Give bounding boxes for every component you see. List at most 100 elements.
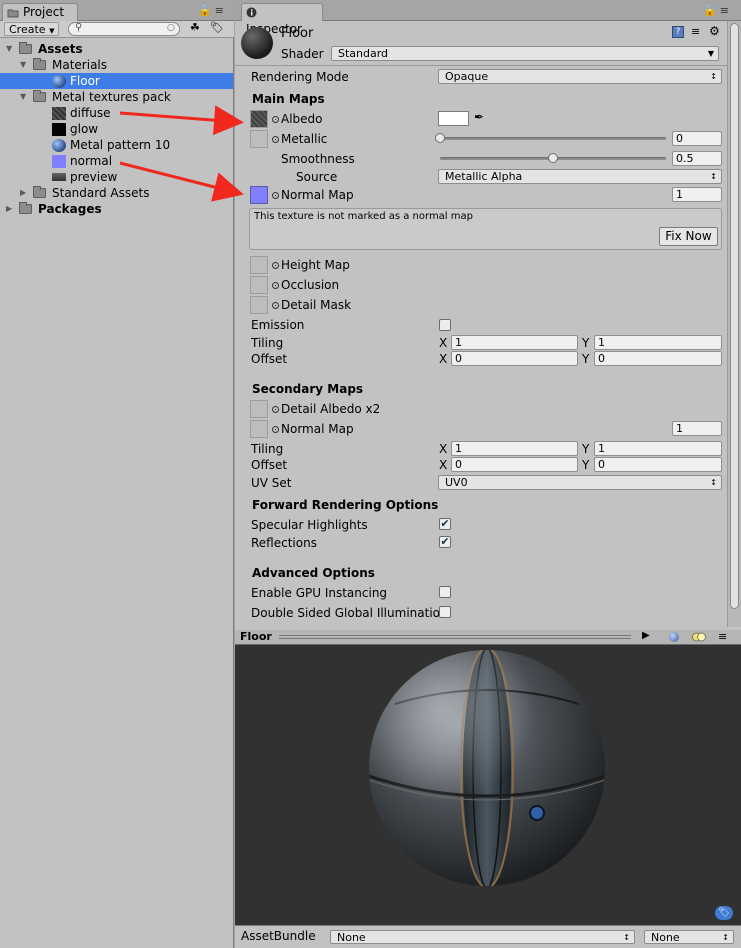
play-icon[interactable]: ▶ bbox=[642, 630, 650, 641]
preview-drag-handle[interactable] bbox=[279, 635, 631, 639]
tree-item[interactable]: Metal pattern 10 bbox=[0, 137, 233, 153]
assetbundle-variant-dropdown[interactable]: None ↕ bbox=[644, 930, 734, 944]
object-picker-icon[interactable] bbox=[272, 426, 279, 433]
assetbundle-dropdown[interactable]: None ↕ bbox=[330, 930, 635, 944]
object-picker-icon[interactable] bbox=[272, 192, 279, 199]
clear-search-icon[interactable]: ○ bbox=[167, 23, 175, 33]
offset-y-field[interactable]: 0 bbox=[594, 351, 722, 366]
object-picker-icon[interactable] bbox=[272, 262, 279, 269]
tree-item[interactable]: Floor bbox=[0, 73, 233, 89]
object-picker-icon[interactable] bbox=[272, 136, 279, 143]
lock-icon[interactable]: 🔒 bbox=[198, 4, 215, 17]
albedo-texture-slot[interactable] bbox=[250, 110, 268, 128]
advanced-options-header: Advanced Options bbox=[252, 566, 375, 580]
detail-albedo-texture-slot[interactable] bbox=[250, 400, 268, 418]
project-tab[interactable]: Project bbox=[2, 3, 78, 21]
search-input[interactable]: ⚲ ○ bbox=[68, 22, 180, 36]
preview-sphere-icon[interactable] bbox=[669, 632, 679, 642]
object-picker-icon[interactable] bbox=[272, 406, 279, 413]
tree-item[interactable]: diffuse bbox=[0, 105, 233, 121]
normal-map-scale-field[interactable]: 1 bbox=[672, 187, 722, 202]
rendering-mode-dropdown[interactable]: Opaque ↕ bbox=[438, 69, 722, 84]
create-button[interactable]: Create ▼ bbox=[4, 22, 60, 36]
secondary-normal-scale-field[interactable]: 1 bbox=[672, 421, 722, 436]
uv-set-dropdown[interactable]: UV0 ↕ bbox=[438, 475, 722, 490]
height-map-texture-slot[interactable] bbox=[250, 256, 268, 274]
preset-icon[interactable]: ≡ bbox=[691, 25, 700, 38]
project-toolbar: Create ▼ ⚲ ○ ☘ 🏷 bbox=[0, 21, 234, 38]
tiling-x-field[interactable]: 1 bbox=[451, 335, 578, 350]
shader-dropdown[interactable]: Standard ▼ bbox=[331, 46, 719, 61]
project-tab-label: Project bbox=[23, 5, 65, 19]
preview-header[interactable]: Floor ▶ ≡ bbox=[235, 630, 741, 645]
material-thumbnail bbox=[241, 27, 273, 59]
sec-tiling-x-field[interactable]: 1 bbox=[451, 441, 578, 456]
lock-icon[interactable]: 🔒 bbox=[703, 4, 720, 17]
sec-tiling-y-field[interactable]: 1 bbox=[594, 441, 722, 456]
project-window-controls[interactable]: 🔒≡ bbox=[198, 4, 227, 17]
object-picker-icon[interactable] bbox=[272, 282, 279, 289]
occlusion-texture-slot[interactable] bbox=[250, 276, 268, 294]
tree-item[interactable]: ▶ Packages bbox=[0, 201, 233, 217]
gear-icon[interactable]: ⚙ bbox=[709, 24, 720, 38]
preview-title: Floor bbox=[240, 630, 272, 643]
metallic-slider-thumb[interactable] bbox=[435, 133, 445, 143]
fold-closed-icon[interactable]: ▶ bbox=[20, 185, 26, 201]
tree-item-label: normal bbox=[70, 154, 113, 168]
emission-checkbox[interactable] bbox=[439, 319, 451, 331]
inspector-tabbar: Inspector 🔒≡ bbox=[235, 0, 741, 36]
fold-open-icon[interactable]: ▼ bbox=[20, 57, 26, 73]
material-preview-render[interactable] bbox=[235, 646, 741, 925]
metallic-slider-track[interactable] bbox=[440, 137, 666, 140]
uv-set-value: UV0 bbox=[445, 476, 468, 489]
metallic-field[interactable]: 0 bbox=[672, 131, 722, 146]
secondary-normal-texture-slot[interactable] bbox=[250, 420, 268, 438]
tree-item[interactable]: ▼ Metal textures pack bbox=[0, 89, 233, 105]
offset-x-field[interactable]: 0 bbox=[451, 351, 578, 366]
reflections-checkbox[interactable]: ✔ bbox=[439, 536, 451, 548]
folder-icon bbox=[7, 7, 19, 22]
inspector-tab[interactable]: Inspector bbox=[241, 3, 323, 36]
tiling-y-field[interactable]: 1 bbox=[594, 335, 722, 350]
eyedropper-icon[interactable]: ✒ bbox=[474, 110, 484, 124]
filter-by-type-icon[interactable]: ☘ bbox=[190, 21, 200, 34]
metallic-texture-slot[interactable] bbox=[250, 130, 268, 148]
object-picker-icon[interactable] bbox=[272, 116, 279, 123]
smoothness-slider-thumb[interactable] bbox=[548, 153, 558, 163]
preview-menu-icon[interactable]: ≡ bbox=[718, 630, 727, 643]
tree-item-label: Assets bbox=[38, 42, 83, 56]
filter-by-label-icon[interactable]: 🏷 bbox=[210, 21, 224, 34]
source-dropdown[interactable]: Metallic Alpha ↕ bbox=[438, 169, 722, 184]
sec-offset-y-field[interactable]: 0 bbox=[594, 457, 722, 472]
tree-item[interactable]: ▶ Standard Assets bbox=[0, 185, 233, 201]
fix-now-button[interactable]: Fix Now bbox=[659, 227, 718, 246]
albedo-color-swatch[interactable] bbox=[438, 111, 469, 126]
gpu-instancing-checkbox[interactable] bbox=[439, 586, 451, 598]
panel-menu-icon[interactable]: ≡ bbox=[215, 4, 227, 17]
inspector-window-controls[interactable]: 🔒≡ bbox=[703, 4, 732, 17]
fold-open-icon[interactable]: ▼ bbox=[20, 89, 26, 105]
help-icon[interactable]: ? bbox=[672, 26, 684, 38]
fold-open-icon[interactable]: ▼ bbox=[6, 41, 12, 57]
sec-tiling-label: Tiling bbox=[251, 442, 284, 456]
detail-mask-texture-slot[interactable] bbox=[250, 296, 268, 314]
tree-item[interactable]: preview bbox=[0, 169, 233, 185]
light-toggle-icon[interactable] bbox=[692, 632, 706, 642]
sec-offset-x-field[interactable]: 0 bbox=[451, 457, 578, 472]
tree-item[interactable]: ▼ Materials bbox=[0, 57, 233, 73]
asset-label-icon[interactable]: 🏷 bbox=[715, 906, 733, 920]
double-sided-gi-checkbox[interactable] bbox=[439, 606, 451, 618]
source-value: Metallic Alpha bbox=[445, 170, 523, 183]
tree-item[interactable]: ▼ Assets bbox=[0, 41, 233, 57]
tree-item[interactable]: glow bbox=[0, 121, 233, 137]
inspector-scrollbar-thumb[interactable] bbox=[730, 23, 739, 609]
object-picker-icon[interactable] bbox=[272, 302, 279, 309]
normal-map-texture-slot[interactable] bbox=[250, 186, 268, 204]
inspector-scrollbar[interactable] bbox=[727, 21, 741, 627]
tree-item[interactable]: normal bbox=[0, 153, 233, 169]
fold-closed-icon[interactable]: ▶ bbox=[6, 201, 12, 217]
assetbundle-value: None bbox=[337, 931, 366, 944]
specular-highlights-checkbox[interactable]: ✔ bbox=[439, 518, 451, 530]
panel-menu-icon[interactable]: ≡ bbox=[720, 4, 732, 17]
smoothness-field[interactable]: 0.5 bbox=[672, 151, 722, 166]
